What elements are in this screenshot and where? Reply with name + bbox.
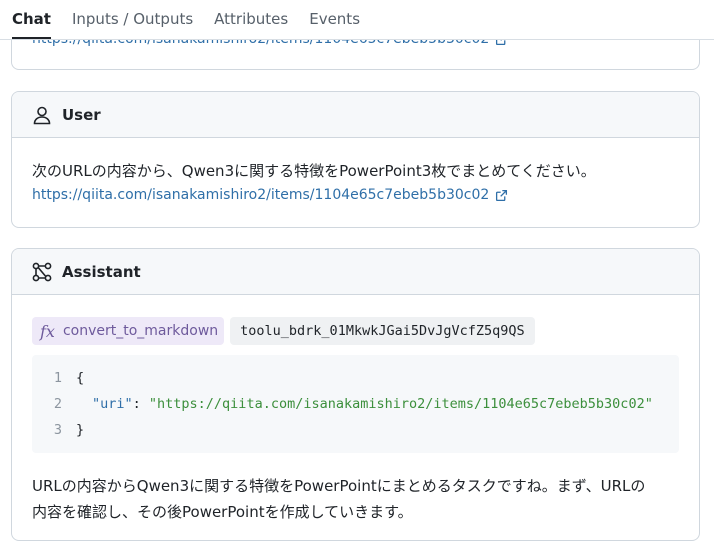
tool-call-id: toolu_bdrk_01MkwkJGai5DvJgVcfZ5q9QS <box>230 317 535 345</box>
function-icon: fx <box>40 321 55 341</box>
line-number: 3 <box>53 422 62 438</box>
tab-chat[interactable]: Chat <box>12 0 51 39</box>
code-key: "uri" <box>92 396 133 412</box>
tab-bar: Chat Inputs / Outputs Attributes Events <box>0 0 714 40</box>
code-line: 1 { <box>32 365 679 391</box>
user-icon <box>33 106 51 124</box>
code-value: "https://qiita.com/isanakamishiro2/items… <box>148 396 653 412</box>
user-card-header: User <box>12 92 699 138</box>
line-number: 2 <box>53 396 62 412</box>
assistant-message-line-1: URLの内容からQwen3に関する特徴をPowerPointにまとめるタスクです… <box>32 477 646 495</box>
tool-arguments-code-block: 1 { 2 "uri" : "https://qiita.com/isanaka… <box>32 355 679 453</box>
tab-inputs-outputs[interactable]: Inputs / Outputs <box>72 0 193 39</box>
code-line: 3 } <box>32 417 679 443</box>
code-text: { <box>76 370 85 386</box>
tool-call-row: fx convert_to_markdown toolu_bdrk_01Mkwk… <box>32 317 699 345</box>
user-message-link[interactable]: https://qiita.com/isanakamishiro2/items/… <box>32 187 508 203</box>
code-line: 2 "uri" : "https://qiita.com/isanakamish… <box>32 391 679 417</box>
code-separator: : <box>132 396 149 412</box>
assistant-card-header: Assistant <box>12 249 699 295</box>
user-role-label: User <box>62 105 101 124</box>
tab-events[interactable]: Events <box>309 0 360 39</box>
assistant-message-line-2: 内容を確認し、その後PowerPointを作成していきます。 <box>32 503 413 521</box>
external-link-icon <box>496 189 508 201</box>
user-message-text: 次のURLの内容から、Qwen3に関する特徴をPowerPoint3枚でまとめて… <box>32 162 596 180</box>
line-number: 1 <box>53 370 62 386</box>
code-text: } <box>76 422 85 438</box>
tool-name-text: convert_to_markdown <box>62 323 219 339</box>
user-message-card: User 次のURLの内容から、Qwen3に関する特徴をPowerPoint3枚… <box>11 91 700 228</box>
tab-attributes[interactable]: Attributes <box>214 0 288 39</box>
user-link-text: https://qiita.com/isanakamishiro2/items/… <box>32 187 490 203</box>
tool-name-badge[interactable]: fx convert_to_markdown <box>32 317 225 345</box>
assistant-role-label: Assistant <box>62 262 141 281</box>
assistant-message-card: Assistant fx convert_to_markdown toolu_b… <box>11 248 700 541</box>
assistant-graph-icon <box>32 262 52 281</box>
